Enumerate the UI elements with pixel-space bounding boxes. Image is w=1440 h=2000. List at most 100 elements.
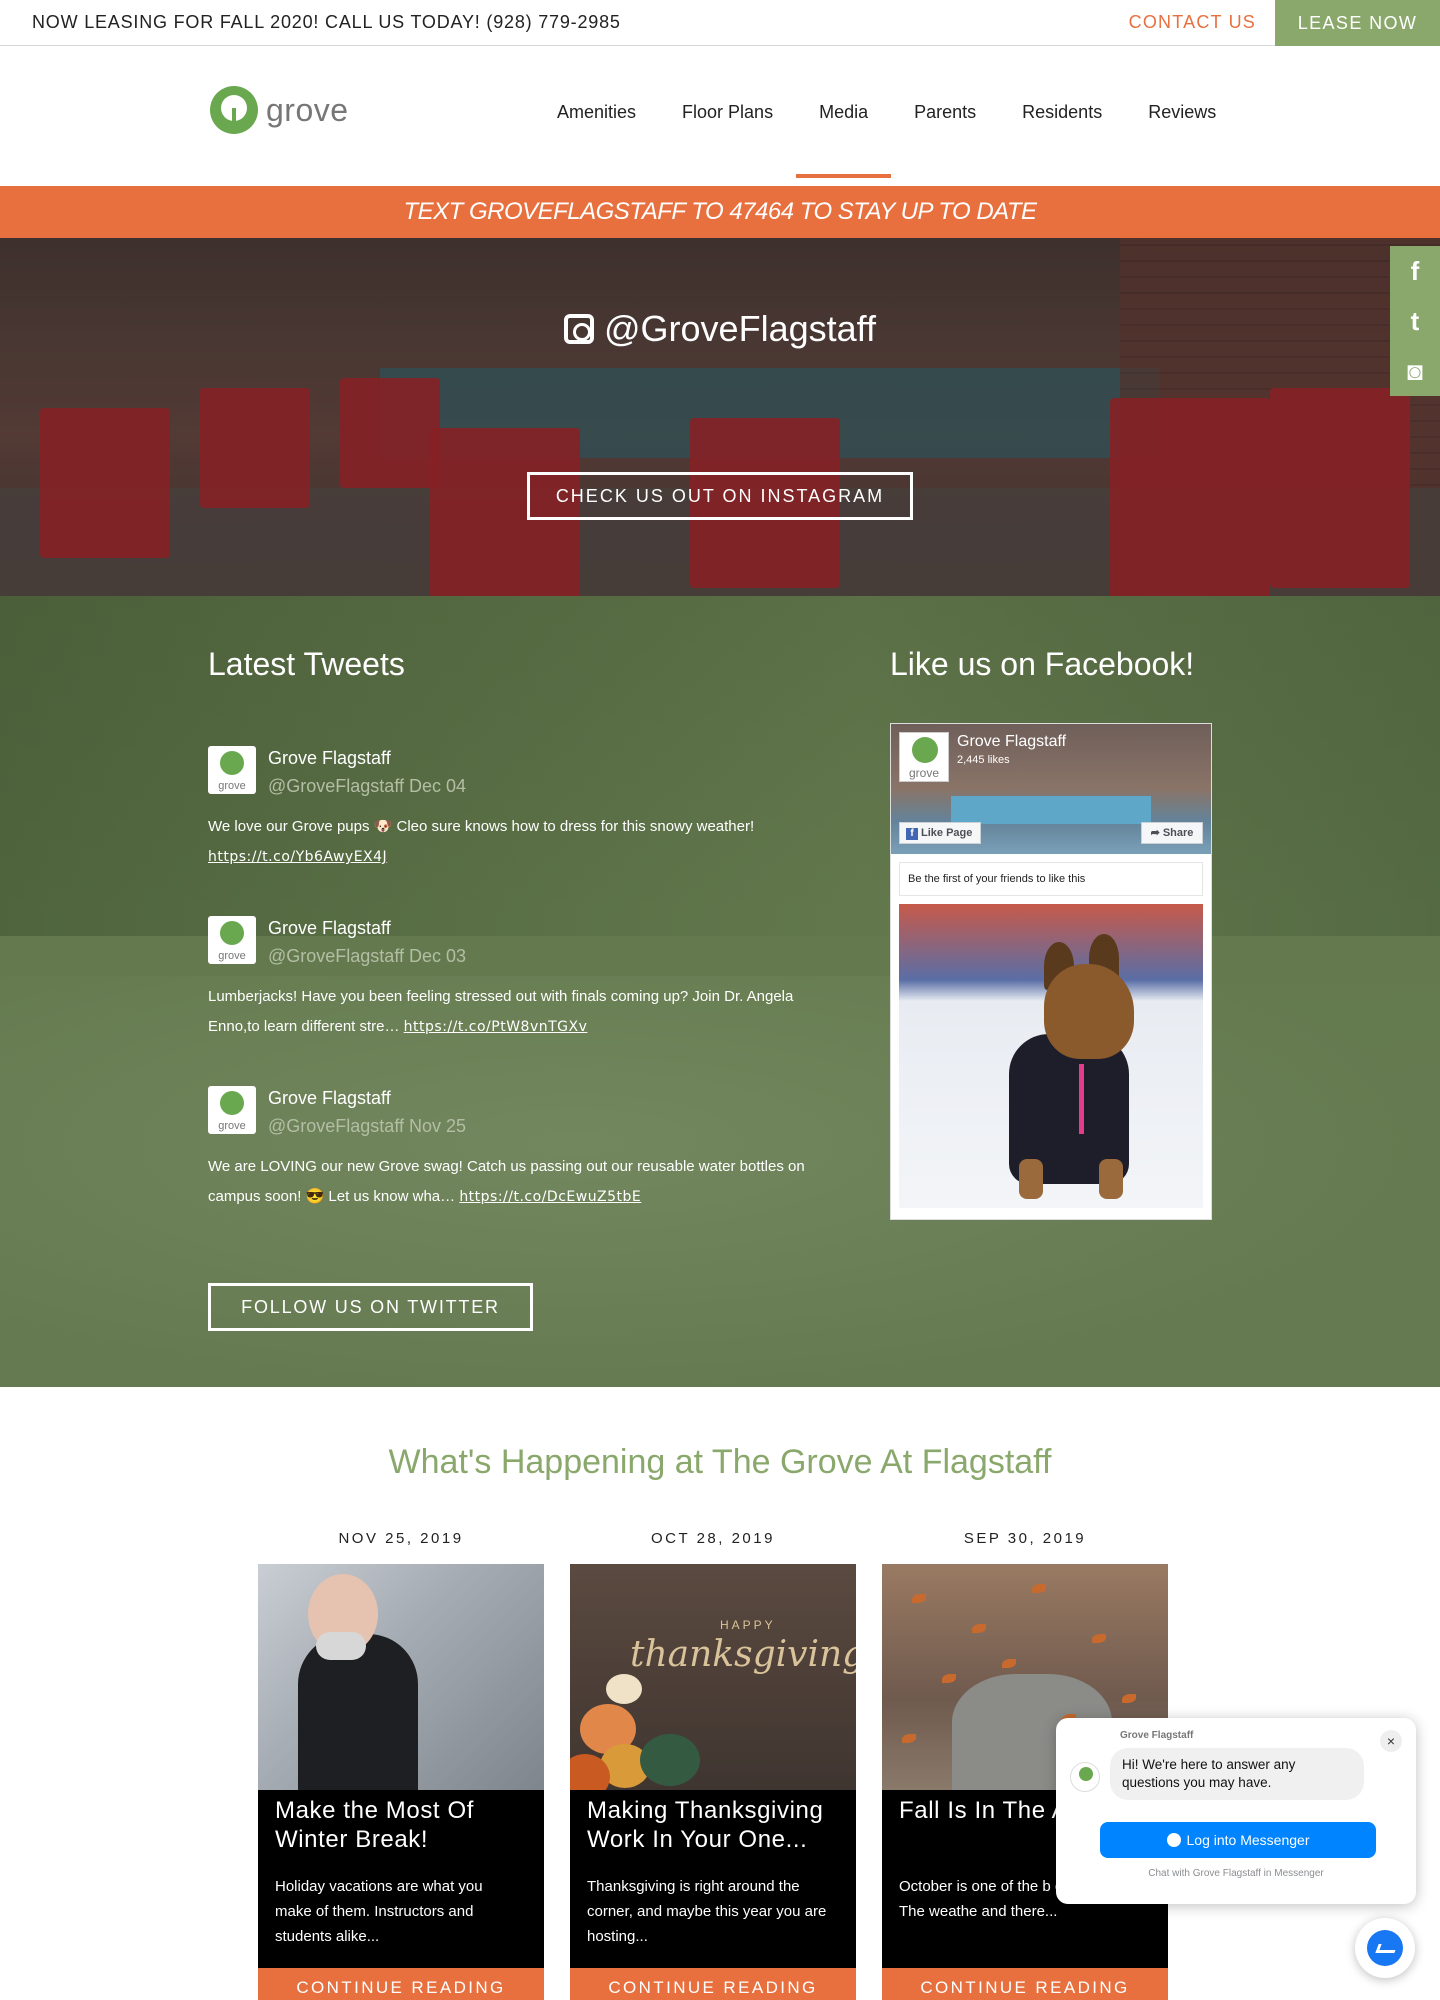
instagram-icon[interactable]: ◙ — [1390, 346, 1440, 396]
continue-reading-button[interactable]: CONTINUE READING — [882, 1968, 1168, 2000]
instagram-handle-text: @GroveFlagstaff — [604, 308, 876, 349]
like-page-label: Like Page — [921, 827, 973, 839]
post-title[interactable]: Make the Most Of Winter Break! — [275, 1796, 533, 1854]
falling-leaf — [1032, 1584, 1046, 1593]
cover-pool — [951, 796, 1151, 824]
pumpkin — [606, 1674, 642, 1704]
image-happy-text: HAPPY — [720, 1618, 776, 1632]
tree-logo-icon — [210, 86, 258, 134]
nav-reviews[interactable]: Reviews — [1148, 102, 1216, 123]
falling-leaf — [972, 1624, 986, 1633]
tweet-link[interactable]: https://t.co/PtW8vnTGXv — [404, 1019, 588, 1035]
share-label: Share — [1162, 827, 1194, 839]
facebook-friends-text: Be the first of your friends to like thi… — [899, 862, 1203, 896]
facebook-post-photo[interactable] — [899, 904, 1203, 1208]
instagram-button[interactable]: CHECK US OUT ON INSTAGRAM — [527, 472, 913, 520]
messenger-chat-popup: Grove Flagstaff × Hi! We're here to answ… — [1056, 1718, 1416, 1904]
dog-leg — [1099, 1159, 1123, 1199]
tweet-body: We are LOVING our new Grove swag! Catch … — [208, 1152, 848, 1212]
close-icon[interactable]: × — [1380, 1730, 1402, 1752]
falling-leaf — [912, 1594, 926, 1603]
tweet-avatar — [208, 1086, 256, 1134]
post-card-body: Make the Most Of Winter Break! Holiday v… — [258, 1790, 544, 1968]
falling-leaf — [1122, 1694, 1136, 1703]
tweet-avatar — [208, 746, 256, 794]
pumpkin — [640, 1734, 700, 1786]
post-image[interactable]: HAPPY thanksgiving — [570, 1564, 856, 1790]
facebook-icon[interactable]: f — [1390, 246, 1440, 296]
falling-leaf — [942, 1674, 956, 1683]
tweet-author: Grove Flagstaff — [268, 918, 391, 938]
tweet-meta: @GroveFlagstaff Dec 04 — [268, 776, 467, 796]
falling-leaf — [902, 1734, 916, 1743]
messenger-page-name: Grove Flagstaff — [1120, 1730, 1194, 1741]
messenger-launcher-icon[interactable] — [1355, 1918, 1415, 1978]
nav-media[interactable]: Media — [796, 102, 892, 178]
continue-reading-button[interactable]: CONTINUE READING — [258, 1968, 544, 2000]
share-icon: ➦ — [1150, 827, 1163, 839]
messenger-greeting: Hi! We're here to answer any questions y… — [1110, 1748, 1364, 1800]
post-image[interactable] — [258, 1564, 544, 1790]
hero-overlay — [0, 238, 1440, 596]
main-nav: Amenities Floor Plans Media Parents Resi… — [557, 102, 1262, 178]
log-into-messenger-button[interactable]: Log into Messenger — [1100, 1822, 1376, 1858]
facebook-page-widget: Grove Flagstaff 2,445 likes fLike Page ➦… — [890, 723, 1212, 1220]
person-gloves — [316, 1632, 366, 1660]
tweet-meta: @GroveFlagstaff Nov 25 — [268, 1116, 467, 1136]
tweet-meta: @GroveFlagstaff Dec 03 — [268, 946, 467, 966]
instagram-hero: @GroveFlagstaff CHECK US OUT ON INSTAGRA… — [0, 238, 1440, 596]
post-excerpt: Holiday vacations are what you make of t… — [275, 1878, 483, 1945]
nav-residents[interactable]: Residents — [1022, 102, 1102, 123]
follow-twitter-button[interactable]: FOLLOW US ON TWITTER — [208, 1283, 533, 1331]
facebook-heading: Like us on Facebook! — [890, 646, 1195, 682]
tweet-link[interactable]: https://t.co/DcEwuZ5tbE — [459, 1189, 641, 1205]
dog-leg — [1019, 1159, 1043, 1199]
nav-parents[interactable]: Parents — [914, 102, 976, 123]
falling-leaf — [1002, 1659, 1016, 1668]
log-into-messenger-label: Log into Messenger — [1186, 1832, 1310, 1848]
leasing-announcement: NOW LEASING FOR FALL 2020! CALL US TODAY… — [32, 12, 621, 32]
tweet-author: Grove Flagstaff — [268, 1088, 391, 1108]
image-thanksgiving-text: thanksgiving — [630, 1634, 856, 1675]
top-bar: NOW LEASING FOR FALL 2020! CALL US TODAY… — [0, 0, 1440, 46]
post-date: OCT 28, 2019 — [651, 1530, 775, 1547]
post-title[interactable]: Making Thanksgiving Work In Your One... — [587, 1796, 845, 1854]
messenger-avatar — [1070, 1762, 1100, 1792]
site-header: grove Amenities Floor Plans Media Parent… — [0, 46, 1440, 186]
text-alert-banner: TEXT GROVEFLAGSTAFF TO 47464 TO STAY UP … — [0, 186, 1440, 238]
messenger-icon — [1166, 1833, 1181, 1847]
lease-now-button[interactable]: LEASE NOW — [1275, 0, 1440, 46]
facebook-like-page-button[interactable]: f Like Page — [899, 822, 981, 844]
contact-us-link[interactable]: CONTACT US — [1129, 12, 1256, 33]
post-card-body: Making Thanksgiving Work In Your One... … — [570, 1790, 856, 1968]
social-sidebar: f t ◙ — [1390, 246, 1440, 396]
tweets-heading: Latest Tweets — [208, 646, 405, 682]
messenger-chat-with-text: Chat with Grove Flagstaff in Messenger — [1148, 1868, 1324, 1879]
grove-logo[interactable]: grove — [210, 84, 349, 136]
facebook-page-name[interactable]: Grove Flagstaff — [957, 733, 1066, 751]
post-date: NOV 25, 2019 — [338, 1530, 464, 1547]
twitter-icon[interactable]: t — [1390, 296, 1440, 346]
falling-leaf — [1092, 1634, 1106, 1643]
tweet-text: We love our Grove pups 🐶 Cleo sure knows… — [208, 818, 755, 835]
logo-text: grove — [266, 91, 349, 128]
facebook-likes-count: 2,445 likes — [957, 754, 1010, 766]
continue-reading-button[interactable]: CONTINUE READING — [570, 1968, 856, 2000]
post-date: SEP 30, 2019 — [963, 1530, 1087, 1547]
social-feed-section: Latest Tweets Like us on Facebook! Grove… — [0, 596, 1440, 1387]
facebook-icon: f — [906, 828, 918, 840]
instagram-handle: @GroveFlagstaff — [0, 308, 1440, 350]
nav-floor-plans[interactable]: Floor Plans — [682, 102, 773, 123]
instagram-icon — [564, 314, 594, 344]
tweet-author: Grove Flagstaff — [268, 748, 391, 768]
tweet-body: We love our Grove pups 🐶 Cleo sure knows… — [208, 812, 848, 872]
tweet-link[interactable]: https://t.co/Yb6AwyEX4J — [208, 849, 387, 865]
facebook-page-avatar[interactable] — [899, 732, 949, 782]
coat-stripe — [1079, 1064, 1084, 1134]
tweet-avatar — [208, 916, 256, 964]
tweet-body: Lumberjacks! Have you been feeling stres… — [208, 982, 848, 1042]
facebook-share-button[interactable]: ➦ Share — [1141, 822, 1203, 844]
post-excerpt: Thanksgiving is right around the corner,… — [587, 1878, 827, 1945]
dog-head — [1044, 964, 1134, 1059]
nav-amenities[interactable]: Amenities — [557, 102, 636, 123]
